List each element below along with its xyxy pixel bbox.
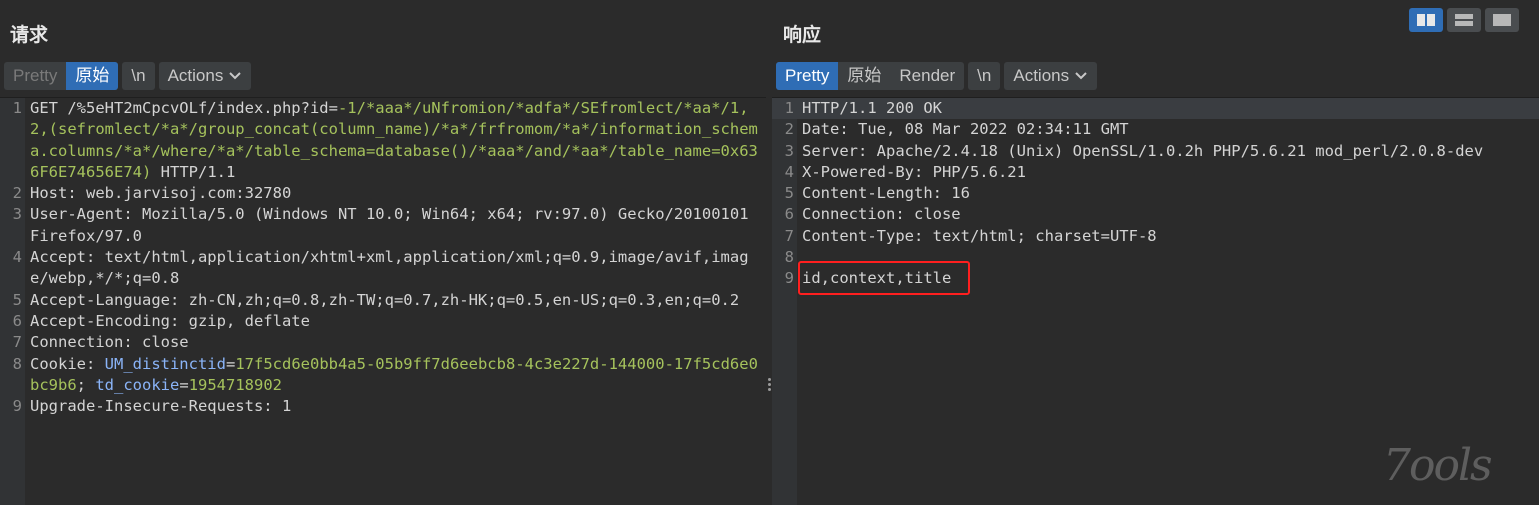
request-title: 请求 bbox=[10, 25, 49, 46]
request-code-line: 7 Connection: close bbox=[0, 332, 766, 353]
layout-switcher bbox=[1409, 8, 1519, 32]
request-code-line: 4 Accept: text/html,application/xhtml+xml… bbox=[0, 247, 766, 290]
line-number: 8 bbox=[12, 354, 22, 373]
response-code-line: 3 Server: Apache/2.4.18 (Unix) OpenSSL/1.… bbox=[772, 141, 1539, 162]
response-title: 响应 bbox=[783, 25, 822, 46]
layout-single-button[interactable] bbox=[1485, 8, 1519, 32]
response-toolbar: Pretty 原始 Render \n Actions bbox=[776, 62, 1098, 90]
request-tab-raw[interactable]: 原始 bbox=[66, 62, 119, 90]
response-tab-render[interactable]: Render bbox=[890, 62, 964, 90]
line-number: 3 bbox=[12, 205, 22, 224]
code-text: Content-Type: text/html; charset=UTF-8 bbox=[802, 226, 1157, 245]
chevron-down-icon bbox=[229, 72, 242, 80]
code-text: X-Powered-By: PHP/5.6.21 bbox=[802, 162, 1026, 181]
response-code-line: 6 Connection: close bbox=[772, 204, 1539, 225]
request-pane: 请求 Pretty 原始 \n Actions 1 GET /%5eHT2mCpc… bbox=[0, 0, 766, 505]
code-text: Accept: text/html,application/xhtml+xml,… bbox=[30, 248, 749, 288]
code-text: Connection: close bbox=[30, 333, 189, 352]
request-toolbar: Pretty 原始 \n Actions bbox=[4, 62, 252, 90]
code-text: HTTP/1.1 200 OK bbox=[802, 99, 942, 117]
request-editor[interactable]: 1 GET /%5eHT2mCpcvOLf/index.php?id=-1/*aa… bbox=[0, 97, 766, 505]
request-code-line: 3 User-Agent: Mozilla/5.0 (Windows NT 10.… bbox=[0, 204, 766, 247]
line-number: 5 bbox=[784, 184, 794, 203]
code-text: Connection: close bbox=[802, 205, 961, 224]
response-code-line: 5 Content-Length: 16 bbox=[772, 183, 1539, 204]
code-text: Accept-Encoding: gzip, deflate bbox=[30, 311, 310, 330]
request-code-line: 6 Accept-Encoding: gzip, deflate bbox=[0, 311, 766, 332]
response-code-line: 1 HTTP/1.1 200 OK bbox=[772, 98, 1539, 120]
line-number: 7 bbox=[12, 333, 22, 352]
request-actions-button[interactable]: Actions bbox=[158, 62, 252, 90]
line-number: 1 bbox=[12, 99, 22, 117]
request-code-line: 1 GET /%5eHT2mCpcvOLf/index.php?id=-1/*aa… bbox=[0, 98, 766, 183]
request-code-line: 9 Upgrade-Insecure-Requests: 1 bbox=[0, 396, 766, 417]
code-text: Accept-Language: zh-CN,zh;q=0.8,zh-TW;q=… bbox=[30, 290, 740, 309]
request-code-line: 5 Accept-Language: zh-CN,zh;q=0.8,zh-TW;q… bbox=[0, 290, 766, 311]
result-highlight-box bbox=[798, 261, 970, 295]
code-text: Host: web.jarvisoj.com:32780 bbox=[30, 184, 292, 203]
request-newline-toggle[interactable]: \n bbox=[122, 62, 155, 90]
line-number: 6 bbox=[784, 205, 794, 224]
code-text: Upgrade-Insecure-Requests: 1 bbox=[30, 397, 292, 416]
response-code-line: 7 Content-Type: text/html; charset=UTF-8 bbox=[772, 226, 1539, 247]
rows-icon bbox=[1455, 14, 1473, 26]
response-pane: 响应 Pretty 原始 Render \n Actions 1 HTTP/1.1… bbox=[772, 0, 1539, 505]
response-code-line: 4 X-Powered-By: PHP/5.6.21 bbox=[772, 162, 1539, 183]
code-text: Content-Length: 16 bbox=[802, 184, 970, 203]
single-pane-icon bbox=[1493, 14, 1511, 26]
line-number: 6 bbox=[12, 311, 22, 330]
request-tab-pretty[interactable]: Pretty bbox=[4, 62, 66, 90]
response-view-tabs: Pretty 原始 Render bbox=[776, 62, 965, 90]
chevron-down-icon bbox=[1075, 72, 1087, 80]
response-tab-raw[interactable]: 原始 bbox=[838, 62, 890, 90]
line-number: 4 bbox=[12, 248, 22, 267]
code-text: Cookie: UM_distinctid=17f5cd6e0bb4a5-05b… bbox=[30, 354, 758, 394]
code-text: Server: Apache/2.4.18 (Unix) OpenSSL/1.0… bbox=[802, 141, 1484, 160]
line-number: 9 bbox=[784, 269, 794, 288]
line-number: 4 bbox=[784, 162, 794, 181]
layout-stacked-button[interactable] bbox=[1447, 8, 1481, 32]
request-code-line: 2 Host: web.jarvisoj.com:32780 bbox=[0, 183, 766, 204]
code-text: GET /%5eHT2mCpcvOLf/index.php?id=-1/*aaa… bbox=[30, 99, 758, 181]
request-code-line: 8 Cookie: UM_distinctid=17f5cd6e0bb4a5-05… bbox=[0, 354, 766, 397]
request-actions-label: Actions bbox=[167, 66, 224, 85]
line-number: 1 bbox=[784, 99, 794, 117]
response-code-line: 2 Date: Tue, 08 Mar 2022 02:34:11 GMT bbox=[772, 119, 1539, 140]
line-number: 9 bbox=[12, 397, 22, 416]
code-text: User-Agent: Mozilla/5.0 (Windows NT 10.0… bbox=[30, 205, 758, 245]
request-view-tabs: Pretty 原始 bbox=[4, 62, 119, 90]
request-lines: 1 GET /%5eHT2mCpcvOLf/index.php?id=-1/*aa… bbox=[0, 98, 766, 417]
response-actions-button[interactable]: Actions bbox=[1004, 62, 1098, 90]
watermark-logo: 7ools bbox=[1383, 440, 1493, 491]
columns-icon bbox=[1417, 14, 1435, 26]
layout-side-by-side-button[interactable] bbox=[1409, 8, 1443, 32]
response-newline-toggle[interactable]: \n bbox=[968, 62, 1001, 90]
line-number: 2 bbox=[12, 184, 22, 203]
response-actions-label: Actions bbox=[1013, 66, 1070, 85]
line-number: 7 bbox=[784, 226, 794, 245]
line-number: 5 bbox=[12, 290, 22, 309]
line-number: 2 bbox=[784, 120, 794, 139]
line-number: 8 bbox=[784, 248, 794, 267]
response-tab-pretty[interactable]: Pretty bbox=[776, 62, 839, 90]
line-number: 3 bbox=[784, 141, 794, 160]
code-text: Date: Tue, 08 Mar 2022 02:34:11 GMT bbox=[802, 120, 1129, 139]
